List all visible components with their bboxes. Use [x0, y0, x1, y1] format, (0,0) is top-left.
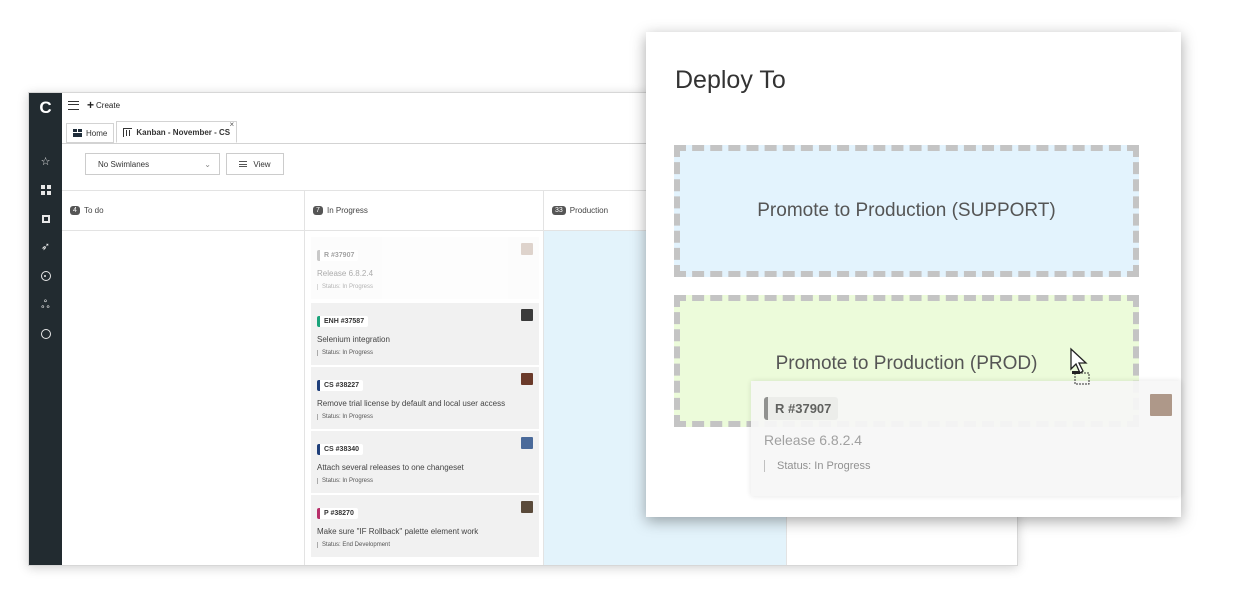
- card-status: Status: In Progress: [317, 284, 531, 290]
- list-icon: [239, 161, 248, 167]
- card-tag: CS #38227: [317, 380, 364, 391]
- plus-icon: +: [87, 98, 95, 112]
- column-body: R #37907 Release 6.8.2.4 Status: In Prog…: [305, 231, 543, 565]
- chevron-down-icon: ⌄: [204, 159, 211, 169]
- card-tag: CS #38340: [317, 444, 364, 455]
- column-header: 4 To do: [62, 191, 304, 231]
- card-title: Release 6.8.2.4: [764, 432, 863, 448]
- column-title: Production: [569, 206, 609, 215]
- tab-bar: Home Kanban - November - CS ×: [62, 120, 238, 143]
- avatar: [521, 373, 533, 385]
- card-tag: ENH #37587: [317, 316, 369, 327]
- card-tag: P #38270: [317, 508, 358, 519]
- card-title: Remove trial license by default and loca…: [317, 399, 506, 408]
- dashboard-icon[interactable]: [29, 181, 62, 199]
- swimlanes-select[interactable]: No Swimlanes ⌄: [85, 153, 220, 175]
- column-title: To do: [84, 206, 104, 215]
- drop-target-support[interactable]: Promote to Production (SUPPORT): [674, 145, 1139, 277]
- card-status: Status: In Progress: [764, 460, 1181, 472]
- board-toolbar: No Swimlanes ⌄ View: [62, 153, 284, 179]
- card[interactable]: CS #38227 Remove trial license by defaul…: [311, 367, 539, 429]
- drop-target-label: Promote to Production (PROD): [775, 353, 1038, 374]
- avatar: [1150, 394, 1172, 416]
- menu-icon[interactable]: [68, 100, 79, 110]
- card-status: Status: In Progress: [317, 350, 531, 356]
- view-button[interactable]: View: [226, 153, 284, 175]
- avatar: [521, 501, 533, 513]
- card-title: Attach several releases to one changeset: [317, 463, 464, 472]
- square-icon[interactable]: [29, 210, 62, 228]
- cursor-icon: [1070, 347, 1090, 385]
- card-status: Status: In Progress: [317, 478, 531, 484]
- card[interactable]: P #38270 Make sure "IF Rollback" palette…: [311, 495, 539, 557]
- tab-kanban[interactable]: Kanban - November - CS ×: [116, 120, 238, 143]
- column-count: 4: [70, 206, 80, 215]
- card[interactable]: CS #38340 Attach several releases to one…: [311, 431, 539, 493]
- swimlanes-value: No Swimlanes: [98, 159, 150, 169]
- close-icon[interactable]: ×: [229, 120, 234, 129]
- column-title: In Progress: [327, 206, 368, 215]
- card-tag: R #37907: [317, 250, 359, 261]
- tab-home-label: Home: [86, 128, 108, 138]
- view-label: View: [253, 159, 271, 169]
- drop-target-label: Promote to Production (SUPPORT): [757, 200, 1056, 221]
- column-todo: 4 To do: [62, 191, 305, 565]
- kanban-icon: [123, 127, 133, 137]
- target-icon[interactable]: [29, 267, 62, 285]
- help-icon[interactable]: [29, 325, 62, 343]
- column-count: 7: [313, 206, 323, 215]
- create-label: Create: [96, 100, 121, 110]
- avatar: [521, 309, 533, 321]
- app-logo[interactable]: C: [29, 97, 62, 119]
- column-in-progress: 7 In Progress R #37907 Release 6.8.2.4 S…: [305, 191, 544, 565]
- left-rail: C ☆ ➶ ஃ: [29, 93, 62, 565]
- tab-home[interactable]: Home: [66, 123, 115, 143]
- card[interactable]: ENH #37587 Selenium integration Status: …: [311, 303, 539, 365]
- card-title: Release 6.8.2.4: [317, 269, 374, 278]
- tab-kanban-label: Kanban - November - CS: [136, 127, 231, 137]
- rocket-icon[interactable]: ➶: [29, 238, 62, 256]
- column-count: 33: [552, 206, 566, 215]
- avatar: [521, 243, 533, 255]
- create-button[interactable]: + Create: [87, 98, 121, 112]
- star-icon[interactable]: ☆: [29, 153, 62, 171]
- card-tag: R #37907: [764, 397, 839, 420]
- column-header: 7 In Progress: [305, 191, 543, 231]
- card-title: Selenium integration: [317, 335, 390, 344]
- card-status: Status: End Development: [317, 542, 531, 548]
- dialog-title: Deploy To: [675, 66, 786, 94]
- hierarchy-icon[interactable]: ஃ: [29, 296, 62, 314]
- card-title: Make sure "IF Rollback" palette element …: [317, 527, 479, 536]
- column-body[interactable]: [62, 231, 304, 565]
- avatar: [521, 437, 533, 449]
- home-icon: [73, 129, 82, 137]
- card-status: Status: In Progress: [317, 414, 531, 420]
- card-placeholder: R #37907 Release 6.8.2.4 Status: In Prog…: [311, 237, 539, 299]
- dragged-card[interactable]: R #37907 Release 6.8.2.4 Status: In Prog…: [751, 381, 1181, 496]
